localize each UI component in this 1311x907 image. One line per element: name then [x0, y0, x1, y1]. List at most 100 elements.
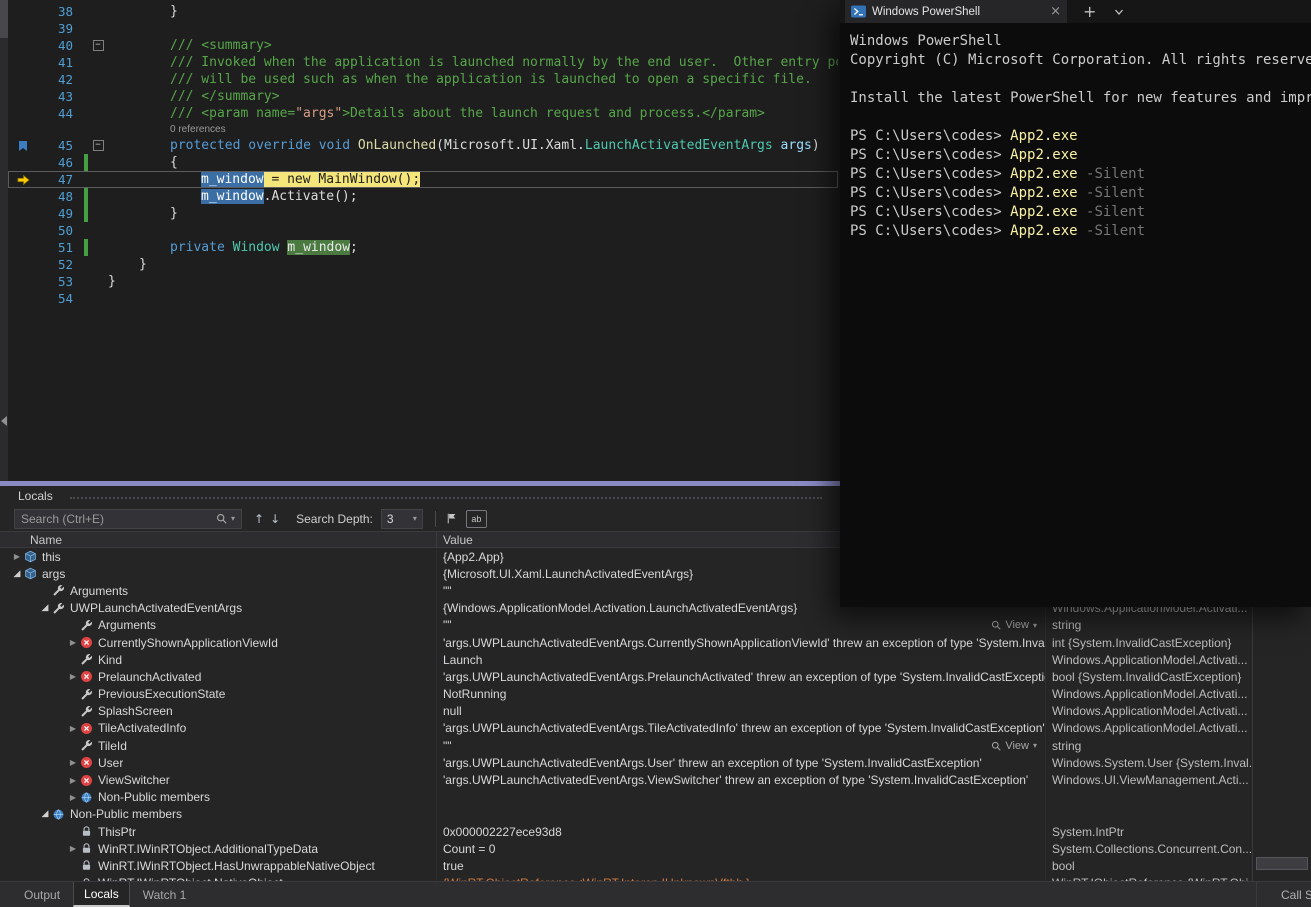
chevron-down-icon[interactable]: ▾: [231, 514, 235, 523]
locals-row[interactable]: ▶ CurrentlyShownApplicationViewId 'args.UW…: [0, 633, 1252, 652]
locals-row[interactable]: ThisPtr 0x000002227ece93d8 System.IntPtr: [0, 823, 1252, 841]
view-button[interactable]: View ▾: [985, 616, 1037, 634]
collapse-arrow-icon[interactable]: ◢: [38, 603, 52, 613]
line-number[interactable]: 52: [38, 256, 76, 273]
breakpoint-margin[interactable]: [8, 222, 38, 239]
breakpoint-margin[interactable]: [8, 256, 38, 273]
line-number[interactable]: 41: [38, 54, 76, 71]
expand-arrow-icon[interactable]: ▶: [66, 672, 80, 681]
fold-marker[interactable]: −: [92, 140, 104, 151]
scrollbar-thumb[interactable]: [0, 0, 8, 38]
variable-value[interactable]: "" View ▾: [437, 737, 1046, 755]
line-number[interactable]: 39: [38, 20, 76, 37]
current-statement-arrow-icon[interactable]: [8, 171, 38, 188]
line-number[interactable]: 46: [38, 154, 76, 171]
code-editor[interactable]: 38} 39 40−/// <summary> 41/// Invoked when …: [8, 0, 838, 457]
tab-watch-1[interactable]: Watch 1: [133, 882, 197, 907]
fold-marker[interactable]: −: [92, 40, 104, 51]
variable-value[interactable]: 'args.UWPLaunchActivatedEventArgs.TileAc…: [437, 719, 1046, 738]
expand-arrow-icon[interactable]: ▶: [66, 724, 80, 733]
line-number[interactable]: 40: [38, 37, 76, 54]
locals-row[interactable]: ▶ Non-Public members: [0, 788, 1252, 806]
breakpoint-margin[interactable]: [8, 3, 38, 20]
locals-row[interactable]: Arguments "" View ▾ string: [0, 616, 1252, 634]
locals-row[interactable]: ▶ PrelaunchActivated 'args.UWPLaunchActiva…: [0, 668, 1252, 686]
breakpoint-margin[interactable]: [8, 154, 38, 171]
variable-value[interactable]: 'args.UWPLaunchActivatedEventArgs.Curren…: [437, 633, 1046, 652]
variable-value[interactable]: null: [437, 702, 1046, 720]
breakpoint-margin[interactable]: [8, 54, 38, 71]
locals-row[interactable]: ▶ TileActivatedInfo 'args.UWPLaunchActivat…: [0, 719, 1252, 738]
variable-value[interactable]: Launch: [437, 651, 1046, 669]
tab-close-icon[interactable]: ×: [1050, 4, 1061, 19]
view-button[interactable]: View ▾: [985, 737, 1037, 755]
bookmark-icon[interactable]: [8, 137, 38, 154]
search-previous-icon[interactable]: ↑: [254, 512, 264, 526]
line-number[interactable]: 42: [38, 71, 76, 88]
variable-value[interactable]: NotRunning: [437, 685, 1046, 703]
expand-arrow-icon[interactable]: ▶: [66, 793, 80, 802]
variable-value[interactable]: 'args.UWPLaunchActivatedEventArgs.Prelau…: [437, 668, 1046, 686]
expand-arrow-icon[interactable]: ▶: [66, 844, 80, 853]
breakpoint-margin[interactable]: [8, 239, 38, 256]
breakpoint-margin[interactable]: [8, 20, 38, 37]
locals-row[interactable]: SplashScreen null Windows.ApplicationModel…: [0, 702, 1252, 720]
tab-call-stack[interactable]: Call Stack: [1256, 882, 1311, 907]
variable-value[interactable]: "" View ▾: [437, 616, 1046, 634]
variable-value[interactable]: [437, 788, 1046, 806]
locals-row[interactable]: ▶ User 'args.UWPLaunchActivatedEventArgs.U…: [0, 754, 1252, 772]
splitter-collapse-icon[interactable]: [1, 416, 7, 426]
scrollbar-thumb[interactable]: [1256, 857, 1308, 870]
line-number[interactable]: 48: [38, 188, 76, 205]
codelens-references[interactable]: 0 references: [8, 122, 838, 137]
breakpoint-margin[interactable]: [8, 188, 38, 205]
expand-arrow-icon[interactable]: ▶: [66, 638, 80, 647]
breakpoint-margin[interactable]: [8, 105, 38, 122]
line-number[interactable]: 45: [38, 137, 76, 154]
left-scrollbar-strip[interactable]: [0, 0, 8, 481]
search-depth-select[interactable]: 3 ▾: [380, 508, 423, 529]
line-number[interactable]: 51: [38, 239, 76, 256]
breakpoint-margin[interactable]: [8, 88, 38, 105]
locals-row[interactable]: TileId "" View ▾ string: [0, 737, 1252, 755]
line-number[interactable]: 44: [38, 105, 76, 122]
breakpoint-margin[interactable]: [8, 273, 38, 290]
terminal-tab[interactable]: Windows PowerShell ×: [845, 0, 1067, 23]
powershell-window[interactable]: Windows PowerShell × + Windows PowerShel…: [840, 0, 1311, 607]
line-number[interactable]: 54: [38, 290, 76, 307]
search-next-icon[interactable]: ↓: [270, 512, 280, 526]
locals-row[interactable]: ▶ ViewSwitcher 'args.UWPLaunchActivatedEve…: [0, 771, 1252, 789]
terminal-tab-bar[interactable]: Windows PowerShell × +: [840, 0, 1311, 23]
variable-value[interactable]: 'args.UWPLaunchActivatedEventArgs.User' …: [437, 754, 1046, 772]
tab-output[interactable]: Output: [14, 882, 70, 907]
variable-value[interactable]: 'args.UWPLaunchActivatedEventArgs.ViewSw…: [437, 771, 1046, 789]
flag-toggle-icon[interactable]: [446, 512, 458, 525]
line-number[interactable]: 38: [38, 3, 76, 20]
expand-arrow-icon[interactable]: ▶: [66, 758, 80, 767]
variable-value[interactable]: 0x000002227ece93d8: [437, 823, 1046, 841]
collapse-arrow-icon[interactable]: ◢: [38, 809, 52, 819]
pane-splitter[interactable]: [0, 481, 840, 486]
variable-value[interactable]: true: [437, 857, 1046, 875]
tab-locals[interactable]: Locals: [73, 882, 130, 907]
breakpoint-margin[interactable]: [8, 71, 38, 88]
expand-arrow-icon[interactable]: ▶: [10, 552, 24, 561]
locals-row[interactable]: ◢ Non-Public members: [0, 805, 1252, 823]
collapse-arrow-icon[interactable]: ◢: [10, 569, 24, 579]
line-number[interactable]: 47: [38, 171, 76, 188]
text-visualizer-icon[interactable]: ab: [465, 509, 487, 528]
variable-value[interactable]: Count = 0: [437, 840, 1046, 858]
locals-row[interactable]: ▶ WinRT.IWinRTObject.AdditionalTypeData Co…: [0, 840, 1252, 858]
variable-value[interactable]: [437, 805, 1046, 823]
new-tab-icon[interactable]: +: [1083, 2, 1096, 21]
terminal-output[interactable]: Windows PowerShell Copyright (C) Microsof…: [840, 23, 1311, 607]
expand-arrow-icon[interactable]: ▶: [66, 776, 80, 785]
breakpoint-margin[interactable]: [8, 205, 38, 222]
locals-row[interactable]: PreviousExecutionState NotRunning Windows.…: [0, 685, 1252, 703]
panel-drag-handle[interactable]: [70, 497, 822, 499]
breakpoint-margin[interactable]: [8, 290, 38, 307]
column-header-name[interactable]: Name: [0, 532, 437, 547]
line-number[interactable]: 53: [38, 273, 76, 290]
line-number[interactable]: 49: [38, 205, 76, 222]
line-number[interactable]: 43: [38, 88, 76, 105]
